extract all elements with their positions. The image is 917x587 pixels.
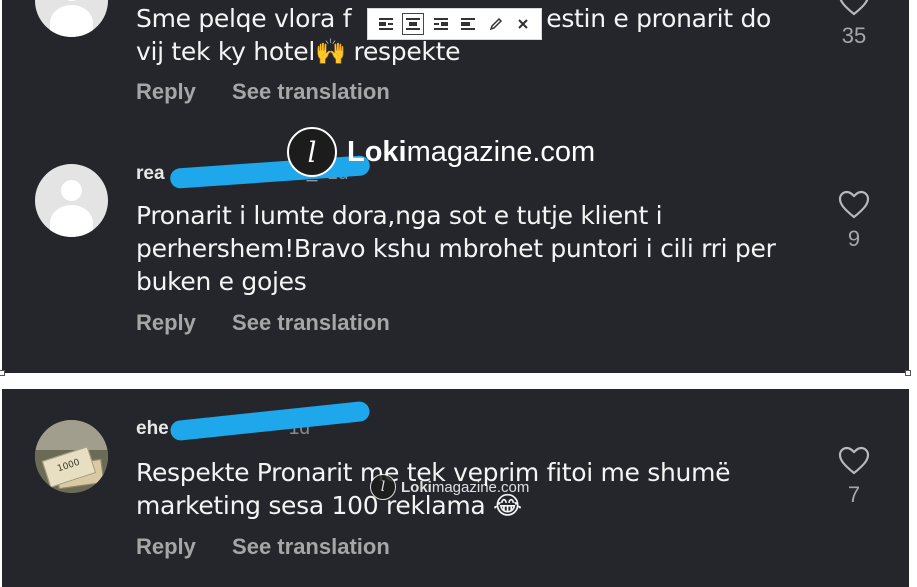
comments-panel-top: Sme pelqe vlora f estin e pronarit do vij… (2, 0, 909, 373)
comments-panel-bottom: 1000 ehe 1d Respekte Pronarit me tek vepr… (2, 389, 909, 587)
see-translation-link[interactable]: See translation (232, 310, 390, 335)
align-center-icon[interactable] (402, 13, 425, 35)
align-right-icon[interactable] (430, 13, 452, 35)
like-control: 7 (835, 446, 873, 508)
heart-icon[interactable] (838, 190, 870, 220)
align-none-icon[interactable] (457, 13, 479, 35)
comment-actions: Reply See translation (136, 534, 420, 560)
like-control: 9 (835, 190, 873, 252)
reply-button[interactable]: Reply (136, 79, 196, 104)
comment-text: Pronarit i lumte dora,nga sot e tutje kl… (136, 201, 776, 296)
heart-icon[interactable] (838, 0, 870, 17)
like-control: 35 (835, 0, 873, 49)
align-left-icon[interactable] (375, 13, 397, 35)
watermark-brand-rest: magazine.com (406, 135, 596, 168)
like-count: 35 (841, 23, 867, 48)
avatar[interactable] (35, 164, 108, 237)
see-translation-link[interactable]: See translation (232, 79, 390, 104)
like-count: 7 (847, 482, 861, 507)
resize-handle[interactable] (0, 370, 5, 376)
like-count: 9 (847, 226, 861, 251)
comment-actions: Reply See translation (136, 79, 420, 105)
watermark: l Lokimagazine.com (287, 127, 595, 177)
reply-button[interactable]: Reply (136, 534, 196, 559)
edit-icon[interactable] (485, 13, 507, 35)
comment-actions: Reply See translation (136, 310, 420, 336)
avatar[interactable]: 1000 (35, 420, 108, 493)
watermark: l Lokimagazine.com (370, 474, 529, 500)
watermark-logo-icon: l (287, 127, 337, 177)
reply-button[interactable]: Reply (136, 310, 196, 335)
close-icon[interactable] (512, 13, 534, 35)
heart-icon[interactable] (838, 446, 870, 476)
watermark-logo-icon: l (370, 474, 396, 500)
watermark-brand-bold: Loki (347, 135, 407, 168)
avatar[interactable] (35, 0, 108, 37)
image-toolbar (367, 8, 542, 40)
see-translation-link[interactable]: See translation (232, 534, 390, 559)
resize-handle[interactable] (905, 370, 911, 376)
